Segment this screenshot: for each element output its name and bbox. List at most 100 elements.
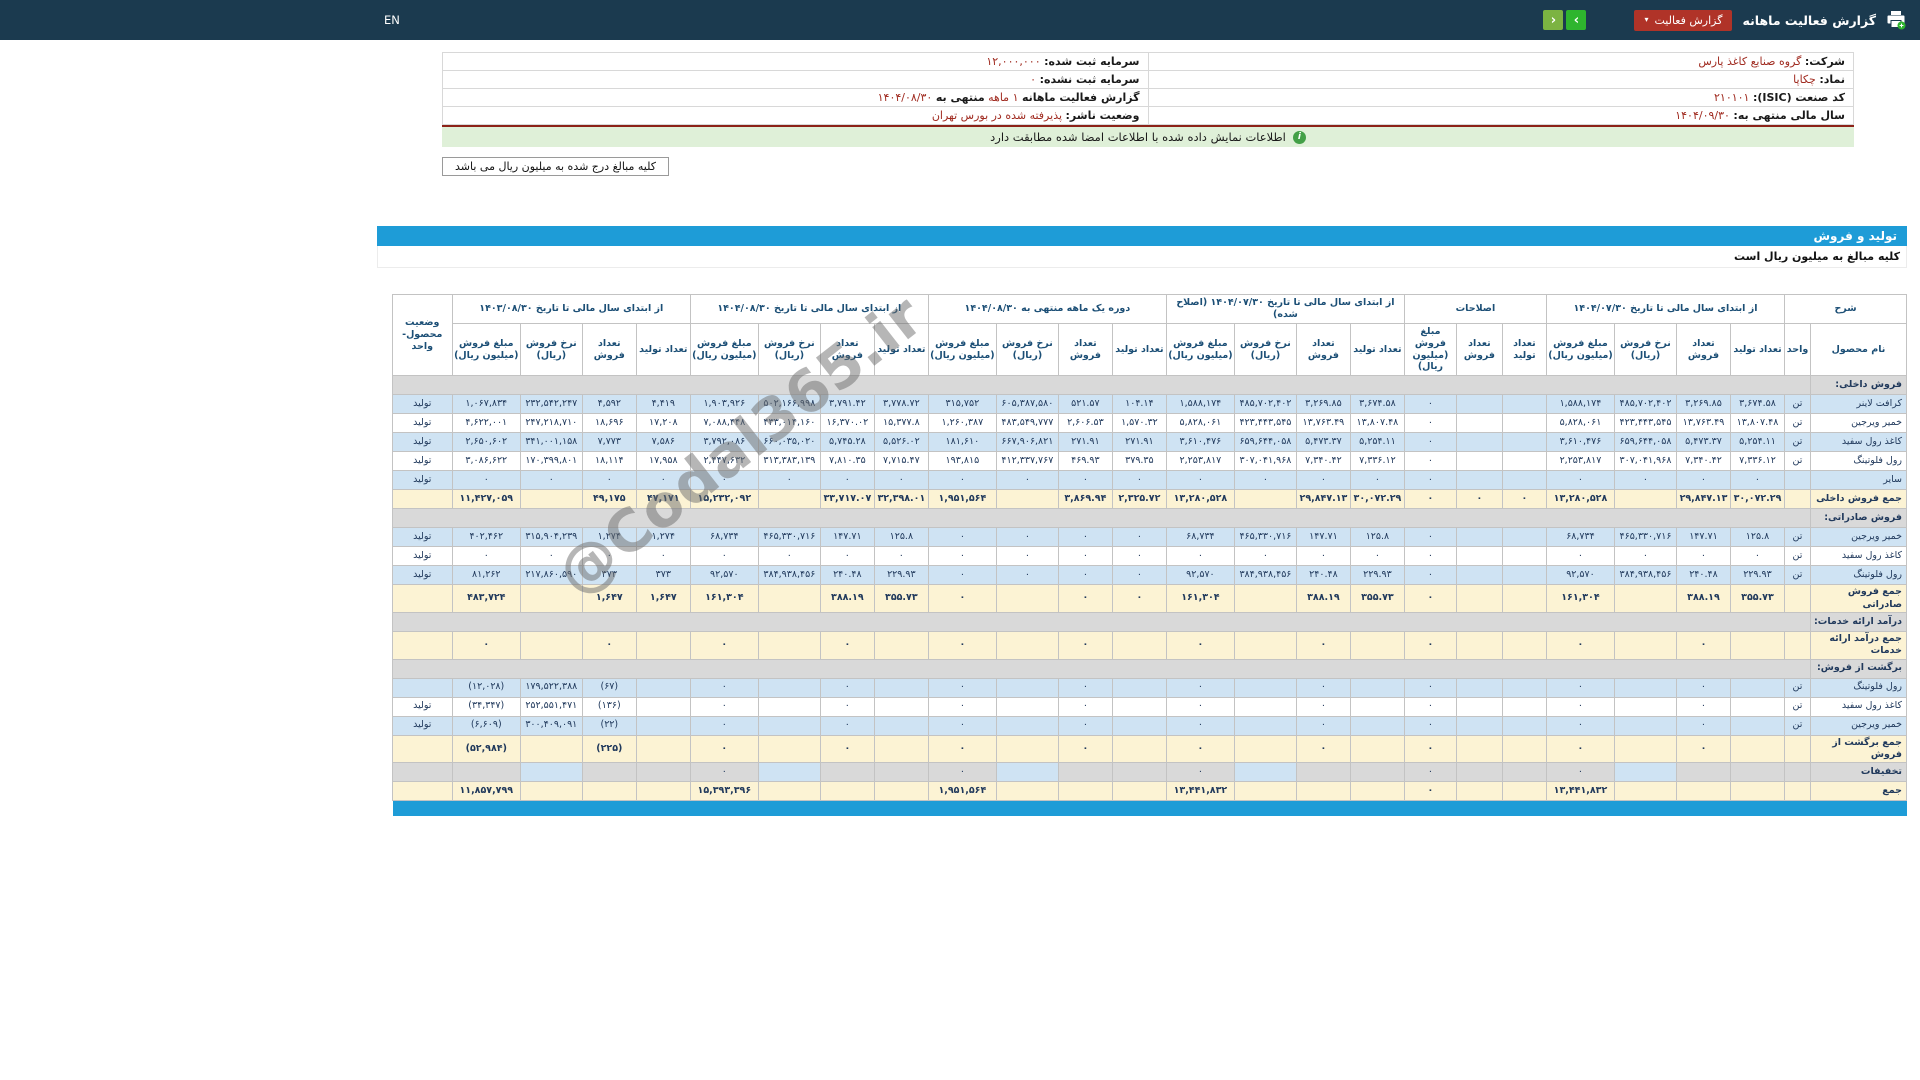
value-cell: ۰: [582, 547, 636, 566]
value-cell: ۰: [1404, 395, 1456, 414]
value-cell: ۰: [1614, 471, 1676, 490]
language-en-link[interactable]: EN: [384, 13, 400, 27]
value-cell: [1234, 716, 1296, 735]
value-cell: [520, 585, 582, 613]
value-cell: [1456, 547, 1502, 566]
value-cell: ۰: [1296, 471, 1350, 490]
previous-report-button[interactable]: ‹: [1543, 10, 1563, 30]
value-cell: [1350, 763, 1404, 782]
value-cell: ۷,۳۴۰.۴۲: [1676, 452, 1730, 471]
value-cell: [1614, 631, 1676, 659]
value-cell: [1456, 735, 1502, 763]
value-cell: [874, 631, 928, 659]
value-cell: ۶۶۷,۹۰۶,۸۲۱: [996, 433, 1058, 452]
value-cell: ۰: [636, 547, 690, 566]
value-cell: ۷,۳۳۶.۱۲: [1730, 452, 1784, 471]
value-cell: ۰: [1404, 566, 1456, 585]
value-cell: [1614, 716, 1676, 735]
isic-cell: کد صنعت (ISIC): ۲۱۰۱۰۱: [1148, 89, 1854, 107]
value-cell: ۲۴۰.۴۸: [1676, 566, 1730, 585]
value-cell: ۳۰,۰۷۲.۲۹: [1730, 490, 1784, 509]
status-cell: [392, 490, 452, 509]
value-cell: ۰: [1404, 697, 1456, 716]
value-cell: ۰: [996, 547, 1058, 566]
value-cell: ۰: [758, 547, 820, 566]
value-cell: ۰: [690, 697, 758, 716]
value-cell: [1296, 763, 1350, 782]
print-icon[interactable]: [1886, 11, 1906, 30]
value-cell: ۰: [1676, 697, 1730, 716]
value-cell: ۱۳,۴۴۱,۸۳۲: [1166, 782, 1234, 801]
value-cell: [1502, 452, 1546, 471]
report-period-mid: منتهی به: [936, 91, 985, 104]
value-cell: [1112, 631, 1166, 659]
company-cell: شرکت: گروه صنایع کاغذ پارس: [1148, 53, 1854, 71]
product-name-header: نام محصول: [1811, 323, 1907, 376]
product-name-cell: کاغذ رول سفید: [1811, 433, 1907, 452]
value-cell: ۳۲,۳۹۸.۰۱: [874, 490, 928, 509]
table-row: کاغذ رول سفیدتن۵,۲۵۴.۱۱۵,۴۷۳.۳۷۶۵۹,۶۴۴,۰…: [392, 433, 1906, 452]
value-cell: ۰: [928, 585, 996, 613]
value-cell: ۰: [1296, 735, 1350, 763]
value-cell: ۱,۹۵۱,۵۶۴: [928, 782, 996, 801]
section-amount-note: کلیه مبالغ به میلیون ریال است: [377, 246, 1907, 268]
value-cell: [996, 782, 1058, 801]
value-cell: ۰: [1166, 678, 1234, 697]
value-cell: ۳۱۵,۷۵۲: [928, 395, 996, 414]
value-cell: ۴,۴۱۹: [636, 395, 690, 414]
value-cell: [1456, 452, 1502, 471]
value-cell: ۰: [1404, 414, 1456, 433]
value-cell: ۱۴۷.۷۱: [1296, 528, 1350, 547]
value-cell: ۰: [1350, 547, 1404, 566]
value-cell: ۱۳,۸۰۷.۴۸: [1350, 414, 1404, 433]
unit-cell: تن: [1784, 566, 1810, 585]
value-cell: ۱۳,۷۶۳.۴۹: [1676, 414, 1730, 433]
value-cell: ۳۷۹.۳۵: [1112, 452, 1166, 471]
value-cell: ۰: [1546, 678, 1614, 697]
product-name-cell: جمع فروش داخلی: [1811, 490, 1907, 509]
value-cell: [1456, 631, 1502, 659]
registered-capital-value: ۱۲,۰۰۰,۰۰۰: [986, 55, 1040, 68]
value-cell: ۴,۵۹۲: [582, 395, 636, 414]
metric-header: تعداد تولید: [1350, 323, 1404, 376]
symbol-value: چکاپا: [1793, 73, 1816, 86]
value-cell: ۲۷۱.۹۱: [1058, 433, 1112, 452]
value-cell: ۰: [820, 678, 874, 697]
value-cell: [758, 782, 820, 801]
value-cell: ۰: [1166, 631, 1234, 659]
product-name-cell: کاغذ رول سفید: [1811, 697, 1907, 716]
description-group-header: شرح: [1784, 295, 1906, 324]
value-cell: ۰: [1404, 452, 1456, 471]
product-name-cell: خمیر ویرجین: [1811, 716, 1907, 735]
value-cell: ۳۵۵.۷۳: [1730, 585, 1784, 613]
value-cell: ۰: [820, 631, 874, 659]
value-cell: ۱,۶۴۷: [582, 585, 636, 613]
value-cell: ۶۸,۷۳۴: [1166, 528, 1234, 547]
value-cell: [996, 631, 1058, 659]
value-cell: [874, 697, 928, 716]
value-cell: [1350, 678, 1404, 697]
value-cell: ۰: [1058, 697, 1112, 716]
value-cell: ۰: [1350, 471, 1404, 490]
sum-row: جمع فروش داخلی۳۰,۰۷۲.۲۹۲۹,۸۴۷.۱۳۱۳,۲۸۰,۵…: [392, 490, 1906, 509]
value-cell: [1456, 395, 1502, 414]
period-group-header: دوره یک ماهه منتهی به ۱۴۰۴/۰۸/۳۰: [928, 295, 1166, 324]
status-cell: [392, 763, 452, 782]
group-header-row: فروش صادراتی:: [392, 509, 1906, 528]
report-type-button[interactable]: گزارش فعالیت ▾: [1634, 10, 1732, 31]
sum-row: جمع فروش صادراتی۳۵۵.۷۳۳۸۸.۱۹۱۶۱,۳۰۴۰۳۵۵.…: [392, 585, 1906, 613]
value-cell: [636, 631, 690, 659]
table-row: رول فلوتینگتن۰۰۰۰۰۰۰۰۰(۶۷)۱۷۹,۵۲۲,۳۸۸(۱۲…: [392, 678, 1906, 697]
value-cell: [1058, 782, 1112, 801]
value-cell: [1112, 763, 1166, 782]
unit-cell: [1784, 735, 1810, 763]
group-label-cell: فروش داخلی:: [1811, 376, 1907, 395]
metric-header: تعداد فروش: [1058, 323, 1112, 376]
registered-capital-cell: سرمایه ثبت شده: ۱۲,۰۰۰,۰۰۰: [443, 53, 1149, 71]
value-cell: ۶۸,۷۳۴: [690, 528, 758, 547]
value-cell: ۰: [1296, 697, 1350, 716]
next-report-button[interactable]: ›: [1566, 10, 1586, 30]
value-cell: ۰: [1676, 735, 1730, 763]
value-cell: ۰: [1676, 471, 1730, 490]
value-cell: ۰: [690, 547, 758, 566]
